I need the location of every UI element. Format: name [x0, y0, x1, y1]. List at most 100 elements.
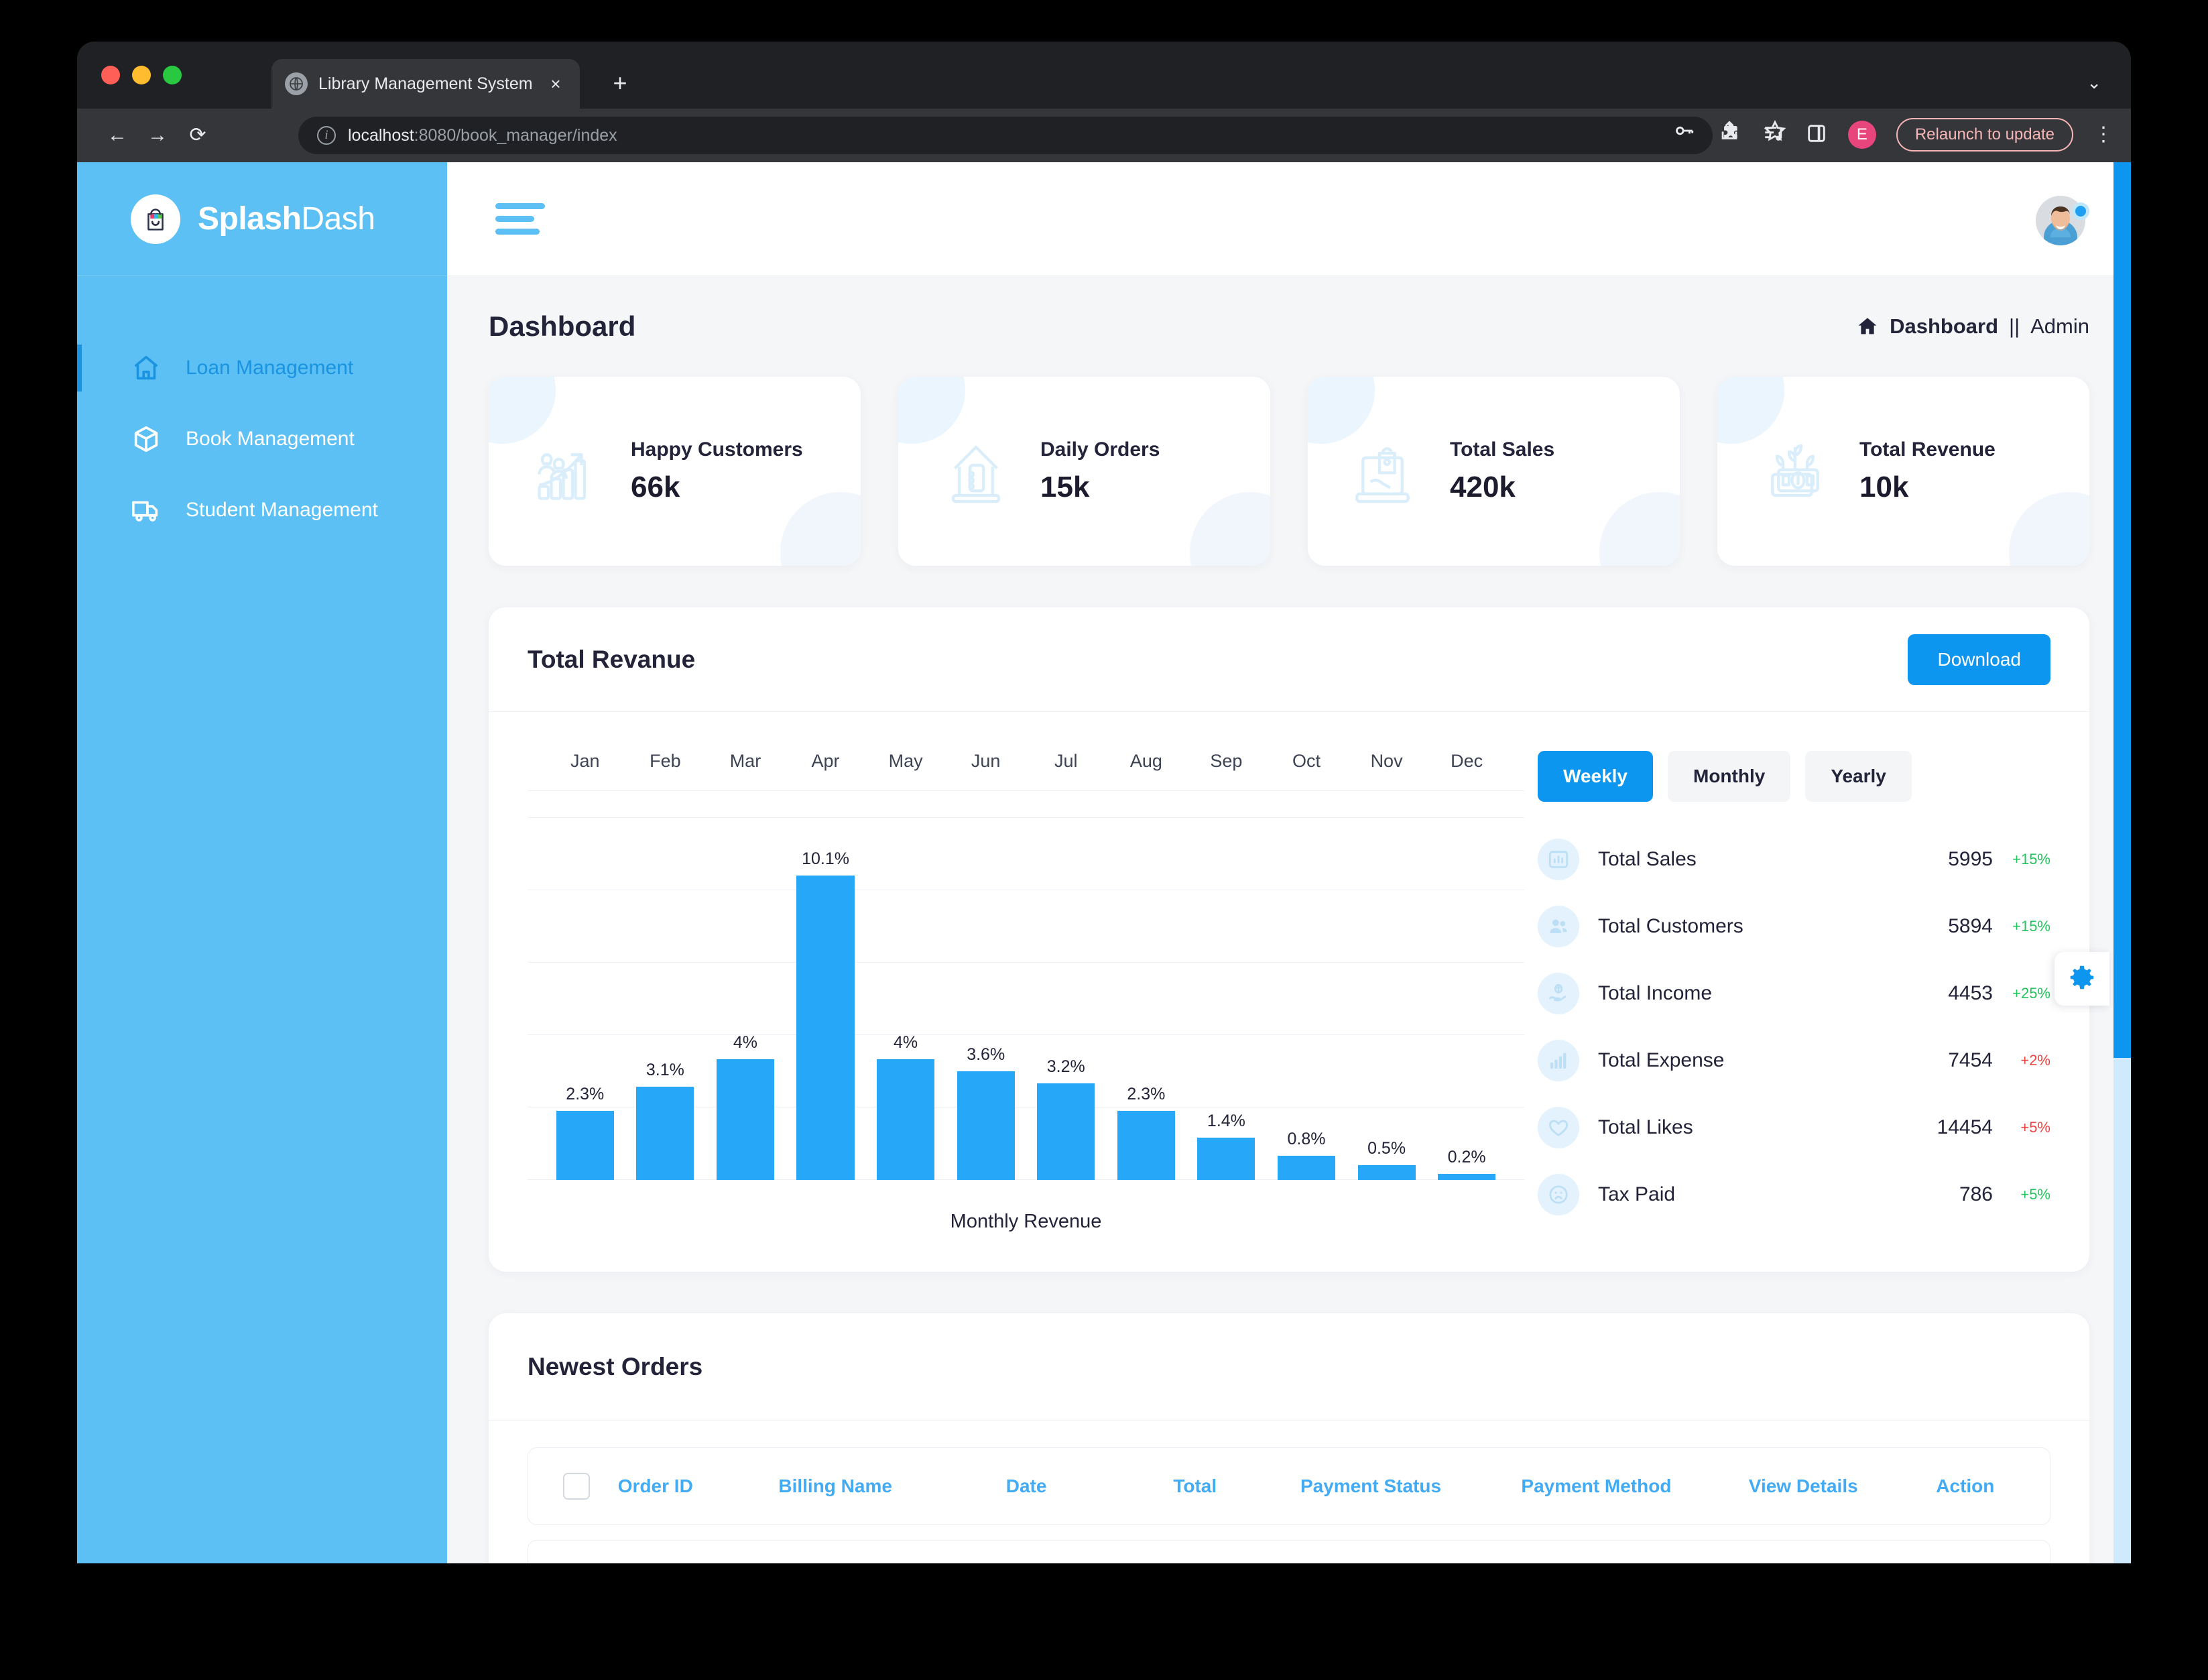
- side-panel-icon[interactable]: [1805, 122, 1828, 148]
- column-header-order-id[interactable]: Order ID: [618, 1476, 779, 1497]
- chart-bar[interactable]: [877, 1059, 935, 1180]
- media-control-icon[interactable]: [1762, 122, 1785, 148]
- chart-bar[interactable]: [957, 1071, 1015, 1180]
- window-controls[interactable]: [101, 66, 182, 84]
- maximize-window-button[interactable]: [163, 66, 182, 84]
- revenue-stat-row: Total Expense 7454 +2%: [1538, 1027, 2050, 1094]
- page-scrollbar[interactable]: [2113, 162, 2131, 1563]
- download-button[interactable]: Download: [1908, 634, 2050, 685]
- chart-bar[interactable]: [636, 1086, 694, 1180]
- tab-monthly[interactable]: Monthly: [1668, 751, 1791, 802]
- brand-name-light: Dash: [301, 201, 375, 237]
- sidebar-item-book-management[interactable]: Book Management: [77, 404, 447, 475]
- stat-card-body: Daily Orders 15k: [1040, 438, 1160, 505]
- checkbox-icon: [562, 1473, 590, 1500]
- column-header-view-details[interactable]: View Details: [1749, 1476, 1937, 1497]
- revenue-stat-delta: +5%: [2020, 1186, 2050, 1203]
- browser-tab[interactable]: Library Management System ×: [271, 59, 580, 109]
- column-header-date[interactable]: Date: [1006, 1476, 1174, 1497]
- page-header: Dashboard Dashboard || Admin: [489, 276, 2089, 377]
- chart-category-nov: Nov: [1370, 751, 1403, 771]
- sidebar-item-label: Loan Management: [186, 357, 354, 379]
- stat-card-body: Total Sales 420k: [1450, 438, 1554, 505]
- stat-card-value: 15k: [1040, 471, 1090, 504]
- reload-button[interactable]: ⟳: [178, 125, 218, 145]
- sidebar-item-loan-management[interactable]: Loan Management: [77, 333, 447, 404]
- close-window-button[interactable]: [101, 66, 120, 84]
- tab-weekly[interactable]: Weekly: [1538, 751, 1653, 802]
- settings-panel-toggle[interactable]: [2054, 952, 2109, 1006]
- sidebar-item-student-management[interactable]: Student Management: [77, 475, 447, 546]
- column-header-total[interactable]: Total: [1173, 1476, 1300, 1497]
- home-icon: [131, 353, 162, 383]
- brand-name-bold: Splash: [198, 201, 302, 237]
- revenue-stat-delta: +25%: [2012, 985, 2050, 1002]
- chart-bar[interactable]: [556, 1110, 614, 1180]
- url-text: localhost:8080/book_manager/index: [348, 126, 617, 145]
- revenue-stat-value: 5995: [1948, 848, 1993, 870]
- browser-menu-button[interactable]: ⋮: [2093, 125, 2113, 145]
- chart-bar[interactable]: [1117, 1110, 1175, 1180]
- orders-panel-title: Newest Orders: [528, 1352, 703, 1380]
- address-bar[interactable]: i localhost:8080/book_manager/index: [298, 117, 1713, 154]
- chart-bar[interactable]: [1277, 1156, 1336, 1180]
- stat-card-label: Daily Orders: [1040, 438, 1160, 461]
- stat-card-label: Happy Customers: [631, 438, 803, 461]
- key-icon[interactable]: [1672, 119, 1695, 145]
- chart-category-jun: Jun: [971, 751, 1001, 771]
- chart-bar[interactable]: [1357, 1164, 1416, 1180]
- scrollbar-thumb[interactable]: [2113, 162, 2131, 1058]
- table-row[interactable]: [528, 1540, 2050, 1563]
- stat-card-daily-orders[interactable]: Daily Orders 15k: [898, 377, 1270, 566]
- chart-bar[interactable]: [796, 875, 855, 1180]
- revenue-stat-delta: +15%: [2012, 918, 2050, 935]
- minimize-window-button[interactable]: [132, 66, 151, 84]
- chart-plot-area: 2.3% 3.1% 4% 10.1% 4% 3.6% 3.2% 2.3% 1.4% 0.8% 0.5…: [528, 817, 1524, 1180]
- stat-card-total-sales[interactable]: Total Sales 420k: [1308, 377, 1680, 566]
- avatar[interactable]: [2036, 196, 2089, 245]
- column-header-action[interactable]: Action: [1936, 1476, 2043, 1497]
- breadcrumb-parent[interactable]: Admin: [2030, 314, 2089, 339]
- chart-bar-label: 0.8%: [1287, 1130, 1326, 1148]
- browser-toolbar-right: E Relaunch to update ⋮: [1719, 118, 2113, 152]
- chart-bar[interactable]: [716, 1059, 774, 1180]
- main-content: Dashboard Dashboard || Admin Happy Custo…: [447, 276, 2131, 1563]
- orders-table: Order ID Billing Name Date Total Payment…: [489, 1421, 2089, 1563]
- globe-icon: [285, 72, 308, 95]
- app-sidebar: SplashDash Loan Management Book Manageme…: [77, 162, 447, 1563]
- gear-icon: [2067, 962, 2097, 996]
- stat-card-total-revenue[interactable]: Total Revenue 10k: [1717, 377, 2089, 566]
- chart-bar[interactable]: [1037, 1083, 1095, 1180]
- select-all-checkbox[interactable]: [535, 1473, 618, 1500]
- chevron-down-icon[interactable]: ⌄: [2087, 72, 2101, 93]
- breadcrumb: Dashboard || Admin: [1856, 314, 2089, 339]
- close-tab-button[interactable]: ×: [545, 74, 566, 95]
- extensions-icon[interactable]: [1719, 122, 1742, 148]
- new-tab-button[interactable]: +: [607, 71, 633, 95]
- revenue-stat-name: Total Customers: [1598, 915, 1743, 937]
- site-info-icon[interactable]: i: [317, 126, 336, 145]
- stat-card-value: 66k: [631, 471, 680, 504]
- relaunch-to-update-button[interactable]: Relaunch to update: [1896, 118, 2073, 152]
- column-header-payment-status[interactable]: Payment Status: [1300, 1476, 1521, 1497]
- breadcrumb-current[interactable]: Dashboard: [1890, 314, 1998, 339]
- column-header-billing-name[interactable]: Billing Name: [778, 1476, 1005, 1497]
- brand-logo[interactable]: SplashDash: [77, 162, 447, 276]
- back-button[interactable]: ←: [97, 125, 137, 145]
- chart-bar-label: 4%: [733, 1033, 758, 1052]
- tab-yearly[interactable]: Yearly: [1805, 751, 1912, 802]
- column-header-payment-method[interactable]: Payment Method: [1521, 1476, 1748, 1497]
- stat-cards: Happy Customers 66k Daily Orders 15k Tot…: [489, 377, 2089, 566]
- sidebar-item-label: Student Management: [186, 499, 378, 521]
- tab-title: Library Management System: [318, 74, 533, 93]
- hamburger-icon[interactable]: [495, 203, 545, 235]
- chart-bar[interactable]: [1438, 1174, 1496, 1180]
- revenue-stat-name: Total Expense: [1598, 1049, 1725, 1071]
- chart-bar-label: 3.2%: [1046, 1057, 1085, 1076]
- chart-bar[interactable]: [1197, 1138, 1255, 1180]
- stat-card-happy-customers[interactable]: Happy Customers 66k: [489, 377, 861, 566]
- growth-chart-people-icon: [530, 435, 603, 507]
- page-viewport: SplashDash Loan Management Book Manageme…: [77, 162, 2131, 1563]
- forward-button[interactable]: →: [137, 125, 178, 145]
- profile-avatar-button[interactable]: E: [1847, 121, 1876, 149]
